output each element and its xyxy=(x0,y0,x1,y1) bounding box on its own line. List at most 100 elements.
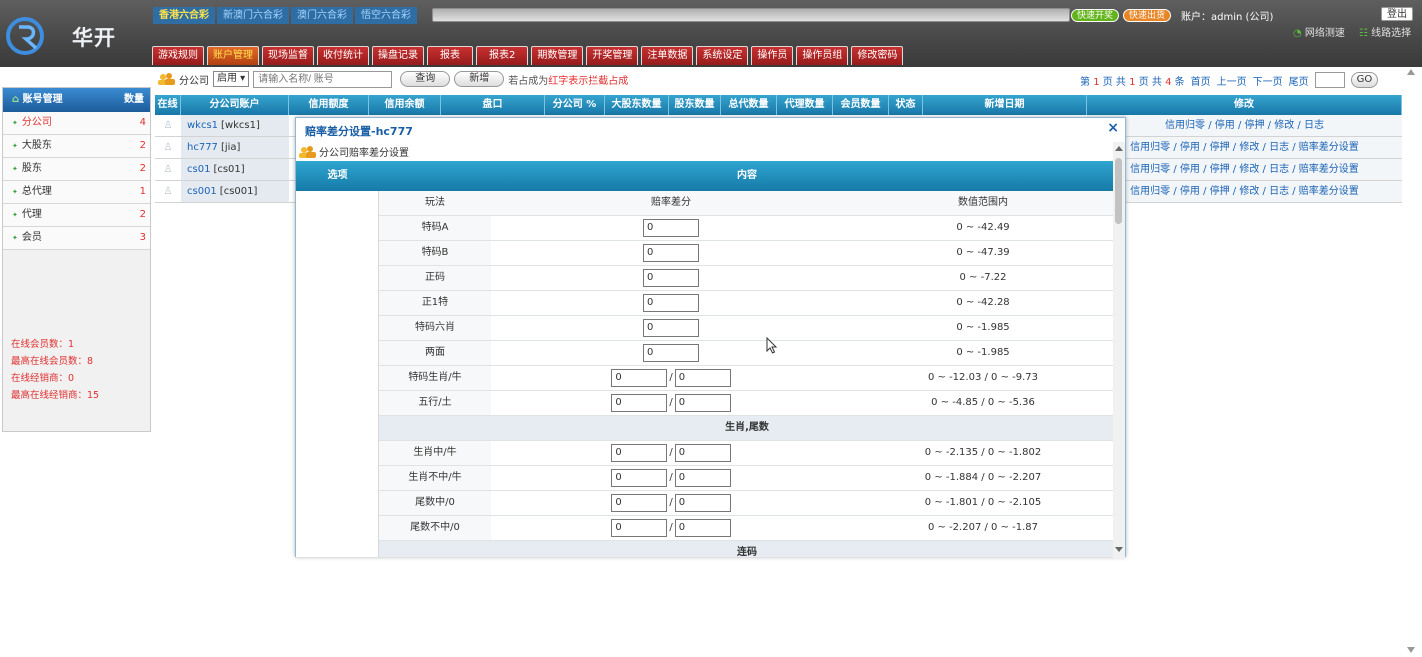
row-actions[interactable]: 信用归零 / 停用 / 停押 / 修改 / 日志 / 赔率差分设置 xyxy=(1130,186,1359,197)
speed-test-button[interactable]: ◔ 网络测速 xyxy=(1288,27,1350,42)
scroll-thumb[interactable] xyxy=(1115,158,1122,224)
quick-draw-button[interactable]: 快速开奖 xyxy=(1071,9,1120,22)
odds-diff-input[interactable]: 0 xyxy=(611,469,668,487)
page-scroll-up-icon[interactable] xyxy=(1407,69,1415,75)
column-header: 大股东数量 xyxy=(605,95,669,115)
menu-tab[interactable]: 操盘记录 xyxy=(372,46,424,65)
column-header: 总代数量 xyxy=(721,95,777,115)
sidebar-item[interactable]: 代理 2 xyxy=(3,204,150,227)
stat-line: 在线会员数：1 xyxy=(11,339,75,350)
odds-diff-input[interactable]: 0 xyxy=(611,444,668,462)
sidebar-item[interactable]: 大股东 2 xyxy=(3,135,150,158)
odds-diff-input[interactable]: 0 xyxy=(674,494,731,512)
odds-diff-input[interactable]: 0 xyxy=(643,244,699,262)
odds-diff-input[interactable]: 0 xyxy=(611,494,668,512)
logout-button[interactable]: 登出 xyxy=(1381,7,1413,21)
odds-diff-input[interactable]: 0 xyxy=(643,294,699,312)
status-select[interactable]: 启用 ▾ xyxy=(213,71,250,87)
scroll-down-icon[interactable] xyxy=(1115,547,1123,552)
account-link[interactable]: hc777 xyxy=(187,142,218,153)
value-range: 0 ~ -1.884 / 0 ~ -2.207 xyxy=(851,466,1115,490)
page-scroll-down-icon[interactable] xyxy=(1407,647,1415,653)
row-actions[interactable]: 信用归零 / 停用 / 停押 / 修改 / 日志 / 赔率差分设置 xyxy=(1130,142,1359,153)
row-actions[interactable]: 信用归零 / 停用 / 停押 / 修改 / 日志 / 赔率差分设置 xyxy=(1130,164,1359,175)
line-select-button[interactable]: ☷ 线路选择 xyxy=(1354,27,1416,42)
menu-tab[interactable]: 期数管理 xyxy=(531,46,584,65)
speed-icon: ◔ xyxy=(1293,28,1302,39)
sidebar-item[interactable]: 总代理 1 xyxy=(3,181,150,204)
option-column xyxy=(296,191,379,557)
account-link[interactable]: wkcs1 xyxy=(187,120,218,131)
search-input[interactable] xyxy=(253,70,393,88)
query-button[interactable]: 查询 xyxy=(400,71,451,87)
account-link[interactable]: cs01 xyxy=(187,164,210,175)
menu-tab[interactable]: 系统设定 xyxy=(696,46,749,65)
lottery-tab[interactable]: 澳门六合彩 xyxy=(291,7,353,24)
menu-tab[interactable]: 操作员组 xyxy=(796,46,849,65)
odds-diff-input[interactable]: 0 xyxy=(611,369,668,387)
odds-diff-cell: 0 xyxy=(491,291,851,315)
go-button[interactable]: GO xyxy=(1350,72,1379,88)
menu-tab[interactable]: 报表 xyxy=(427,46,473,65)
separator: / xyxy=(669,497,673,508)
lottery-tab[interactable]: 新澳门六合彩 xyxy=(217,7,289,24)
ops-cell: 信用归零 / 停用 / 停押 / 修改 / 日志 / 赔率差分设置 xyxy=(1087,159,1402,180)
play-type: 尾数不中/0 xyxy=(410,522,460,533)
odds-diff-input[interactable]: 0 xyxy=(674,369,731,387)
account-cell: cs01 [cs01] xyxy=(181,159,289,180)
odds-diff-input[interactable]: 0 xyxy=(674,519,731,537)
menu-tab[interactable]: 游戏规则 xyxy=(152,46,204,65)
last-page-link[interactable]: 尾页 xyxy=(1289,73,1309,88)
menu-tab[interactable]: 操作员 xyxy=(751,46,794,65)
quick-ship-button[interactable]: 快速出货 xyxy=(1123,9,1172,22)
column-header: 代理数量 xyxy=(777,95,833,115)
ops-cell: 信用归零 / 停用 / 停押 / 修改 / 日志 xyxy=(1087,115,1402,136)
page-number-input[interactable] xyxy=(1314,72,1345,88)
odds-diff-input[interactable]: 0 xyxy=(643,344,699,362)
menu-tab[interactable]: 账户管理 xyxy=(207,46,259,65)
column-header: 修改 xyxy=(1087,95,1402,115)
odds-row: 正1特 0 0 ~ -42.28 xyxy=(379,291,1115,316)
menu-tab[interactable]: 收付统计 xyxy=(317,46,369,65)
odds-diff-input[interactable]: 0 xyxy=(643,319,699,337)
odds-diff-input[interactable]: 0 xyxy=(674,469,731,487)
account-label: 账户：admin (公司) xyxy=(1181,12,1274,23)
ops-cell: 信用归零 / 停用 / 停押 / 修改 / 日志 / 赔率差分设置 xyxy=(1087,181,1402,202)
lottery-tab[interactable]: 悟空六合彩 xyxy=(355,7,417,24)
menu-tab[interactable]: 注单数据 xyxy=(641,46,694,65)
value-range: 0 ~ -2.135 / 0 ~ -1.802 xyxy=(851,441,1115,465)
menu-tab[interactable]: 报表2 xyxy=(476,46,529,65)
first-page-link[interactable]: 首页 xyxy=(1191,73,1211,88)
sidebar-item[interactable]: 股东 2 xyxy=(3,158,150,181)
odds-diff-input[interactable]: 0 xyxy=(611,394,668,412)
odds-row: 生肖中/牛 0/0 0 ~ -2.135 / 0 ~ -1.802 xyxy=(379,441,1115,466)
odds-subheader: 玩法 赔率差分 数值范围内 xyxy=(379,191,1115,216)
sidebar-header: ⌂ 账号管理 数量 xyxy=(3,88,150,112)
odds-row: 五行/土 0/0 0 ~ -4.85 / 0 ~ -5.36 xyxy=(379,391,1115,416)
sidebar-item[interactable]: 会员 3 xyxy=(3,227,150,250)
account-cell: cs001 [cs001] xyxy=(181,181,289,202)
menu-tab[interactable]: 开奖管理 xyxy=(586,46,639,65)
odds-diff-input[interactable]: 0 xyxy=(643,269,699,287)
menu-tab[interactable]: 修改密码 xyxy=(851,46,904,65)
online-cell: ♙ xyxy=(155,181,181,202)
add-button[interactable]: 新增 xyxy=(454,71,505,87)
row-actions[interactable]: 信用归零 / 停用 / 停押 / 修改 / 日志 xyxy=(1165,120,1324,131)
odds-diff-input[interactable]: 0 xyxy=(611,519,668,537)
odds-diff-input[interactable]: 0 xyxy=(674,394,731,412)
sidebar-item[interactable]: 分公司 4 xyxy=(3,112,150,135)
separator: / xyxy=(669,472,673,483)
separator: / xyxy=(669,447,673,458)
close-icon[interactable]: × xyxy=(1107,120,1119,136)
odds-diff-input[interactable]: 0 xyxy=(643,219,699,237)
menu-tab[interactable]: 现场监督 xyxy=(262,46,314,65)
odds-diff-input[interactable]: 0 xyxy=(674,444,731,462)
lottery-tab[interactable]: 香港六合彩 xyxy=(153,7,215,24)
account-link[interactable]: cs001 xyxy=(187,186,217,197)
user-icon: ♙ xyxy=(163,186,173,197)
scroll-up-icon[interactable] xyxy=(1115,146,1123,151)
content-column-header: 内容 xyxy=(737,170,757,181)
next-page-link[interactable]: 下一页 xyxy=(1253,73,1283,88)
dialog-scrollbar[interactable] xyxy=(1113,142,1125,558)
prev-page-link[interactable]: 上一页 xyxy=(1217,73,1247,88)
